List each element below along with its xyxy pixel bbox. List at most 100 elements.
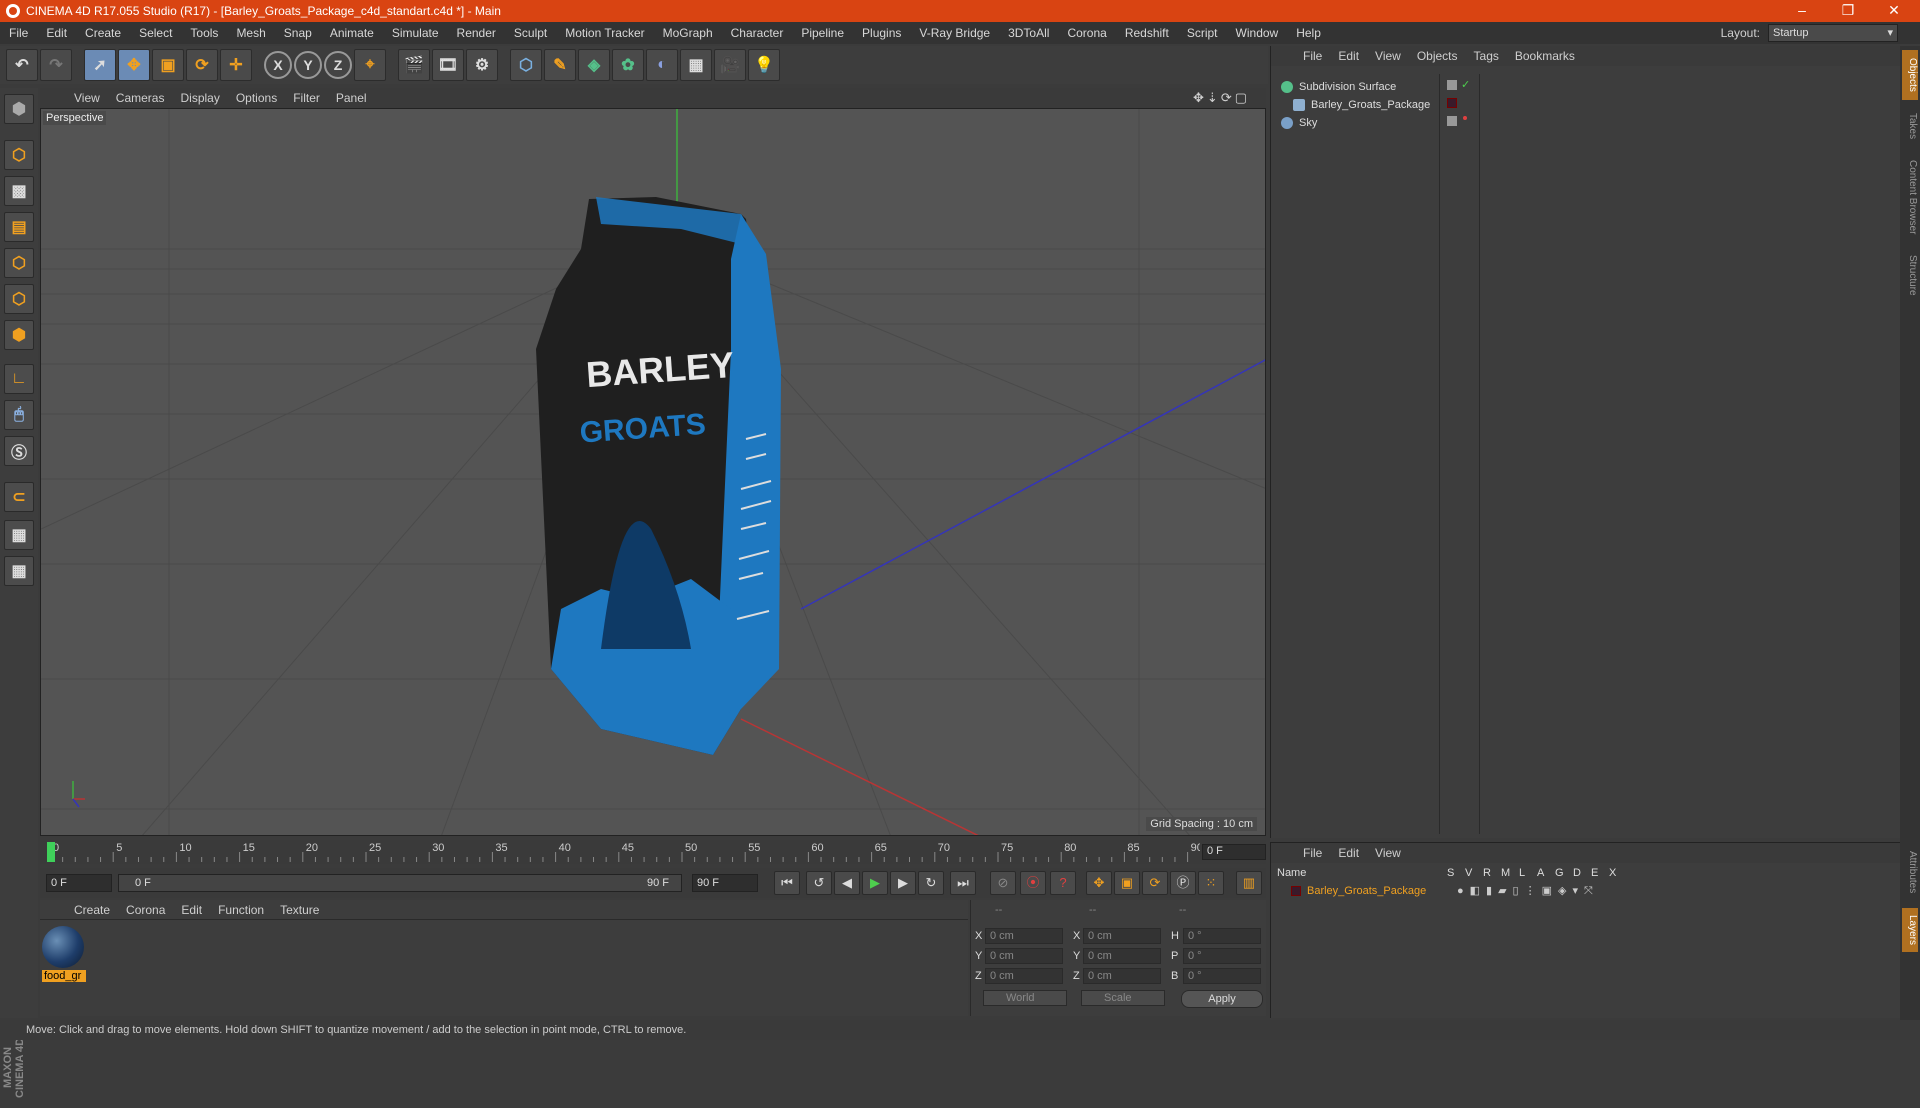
key-position-icon[interactable]: ✥	[1086, 871, 1112, 895]
workplane-mode-icon[interactable]: ▤	[4, 212, 34, 242]
minimize-icon[interactable]: –	[1780, 0, 1824, 22]
make-editable-icon[interactable]: ⬢	[4, 94, 34, 124]
menu-sculpt[interactable]: Sculpt	[505, 26, 556, 40]
menu-redshift[interactable]: Redshift	[1116, 26, 1178, 40]
layer-row[interactable]: Barley_Groats_Package ●◧▮▰▯⋮▣◈▾⤧	[1277, 883, 1877, 899]
go-to-start-icon[interactable]: ⏮	[774, 871, 800, 895]
start-frame-field[interactable]: 0 F	[46, 874, 112, 892]
axis-mode-icon[interactable]: ∟	[4, 364, 34, 394]
pos-y-field[interactable]: 0 cm	[985, 948, 1063, 964]
layers-menu-view[interactable]: View	[1367, 846, 1409, 860]
viewport-menu-view[interactable]: View	[66, 91, 108, 105]
timeline-window-icon[interactable]: ▥	[1236, 871, 1262, 895]
visibility-toggle-icon[interactable]	[1447, 116, 1457, 126]
perspective-viewport[interactable]: BARLEY GROATS Perspective Grid Spacing :…	[40, 108, 1266, 836]
material-menu-corona[interactable]: Corona	[118, 903, 173, 917]
spline-pen-icon[interactable]: ✎	[544, 49, 576, 81]
menu-mesh[interactable]: Mesh	[227, 26, 274, 40]
deformer-icon[interactable]: ◐	[646, 49, 678, 81]
transform-tool-icon[interactable]: ✛	[220, 49, 252, 81]
layer-color-icon[interactable]	[1291, 886, 1301, 896]
snap-icon[interactable]: Ⓢ	[4, 436, 34, 466]
menu-mograph[interactable]: MoGraph	[654, 26, 722, 40]
move-tool-icon[interactable]: ✥	[118, 49, 150, 81]
render-picture-viewer-icon[interactable]: 🎞	[432, 49, 464, 81]
menu-tools[interactable]: Tools	[181, 26, 227, 40]
autokeying-icon[interactable]: ⦿	[1020, 871, 1046, 895]
scale-tool-icon[interactable]: ▣	[152, 49, 184, 81]
layout-dropdown[interactable]: Startup	[1768, 24, 1898, 42]
material-swatch[interactable]: food_gr	[42, 926, 86, 984]
go-to-end-icon[interactable]: ⏭	[950, 871, 976, 895]
y-axis-lock-icon[interactable]: Y	[294, 51, 322, 79]
objects-menu-bookmarks[interactable]: Bookmarks	[1507, 49, 1583, 63]
tab-structure[interactable]: Structure	[1902, 248, 1918, 302]
pos-z-field[interactable]: 0 cm	[985, 968, 1063, 984]
layer-color-icon[interactable]	[1447, 98, 1457, 108]
previous-key-icon[interactable]: ↺	[806, 871, 832, 895]
objects-menu-edit[interactable]: Edit	[1330, 49, 1367, 63]
transform-mode-dropdown[interactable]: Scale	[1081, 990, 1165, 1006]
menu-simulate[interactable]: Simulate	[383, 26, 448, 40]
tweak-mode-icon[interactable]: 🖱	[4, 400, 34, 430]
menu-animate[interactable]: Animate	[321, 26, 383, 40]
magnet-icon[interactable]: ⊂	[4, 482, 34, 512]
viewport-nav-icons[interactable]: ✥⇣⟳▢	[1185, 90, 1258, 106]
render-view-icon[interactable]: 🎬	[398, 49, 430, 81]
viewport-menu-filter[interactable]: Filter	[285, 91, 328, 105]
menu-plugins[interactable]: Plugins	[853, 26, 910, 40]
tab-attributes[interactable]: Attributes	[1902, 842, 1918, 902]
layer-toggle-icons[interactable]: ●◧▮▰▯⋮▣◈▾⤧	[1457, 884, 1599, 898]
rot-h-field[interactable]: 0 °	[1183, 928, 1261, 944]
menu-corona[interactable]: Corona	[1058, 26, 1115, 40]
barley-groats-package-model[interactable]: BARLEY GROATS	[536, 197, 781, 755]
z-axis-lock-icon[interactable]: Z	[324, 51, 352, 79]
camera-icon[interactable]: 🎥	[714, 49, 746, 81]
objects-menu-view[interactable]: View	[1367, 49, 1409, 63]
frame-range-slider[interactable]: 0 F 90 F	[118, 874, 682, 892]
tab-objects[interactable]: Objects	[1902, 50, 1918, 100]
visibility-toggle-icon[interactable]	[1447, 80, 1457, 90]
points-mode-icon[interactable]: ⬡	[4, 248, 34, 278]
enabled-check-icon[interactable]: ✓	[1461, 78, 1470, 91]
edges-mode-icon[interactable]: ⬡	[4, 284, 34, 314]
rotate-tool-icon[interactable]: ⟳	[186, 49, 218, 81]
key-rotation-icon[interactable]: ⟳	[1142, 871, 1168, 895]
coordinate-mode-dropdown[interactable]: World	[983, 990, 1067, 1006]
previous-frame-icon[interactable]: ◀	[834, 871, 860, 895]
material-menu-function[interactable]: Function	[210, 903, 272, 917]
next-key-icon[interactable]: ↻	[918, 871, 944, 895]
layers-menu-file[interactable]: File	[1295, 846, 1330, 860]
menu-render[interactable]: Render	[448, 26, 505, 40]
layers-menu-edit[interactable]: Edit	[1330, 846, 1367, 860]
key-pla-icon[interactable]: ⁙	[1198, 871, 1224, 895]
polygons-mode-icon[interactable]: ⬢	[4, 320, 34, 350]
keyframe-selection-icon[interactable]: ?	[1050, 871, 1076, 895]
menu-edit[interactable]: Edit	[37, 26, 76, 40]
coordinate-system-icon[interactable]: ⌖	[354, 49, 386, 81]
x-axis-lock-icon[interactable]: X	[264, 51, 292, 79]
menu-character[interactable]: Character	[722, 26, 793, 40]
objects-menu-tags[interactable]: Tags	[1466, 49, 1507, 63]
object-row-barley-groats-package[interactable]: Barley_Groats_Package	[1293, 96, 1463, 114]
menu-window[interactable]: Window	[1227, 26, 1288, 40]
workplane-lock-icon[interactable]: ▦	[4, 520, 34, 550]
subdivision-icon[interactable]: ◈	[578, 49, 610, 81]
play-icon[interactable]: ▶	[862, 871, 888, 895]
size-x-field[interactable]: 0 cm	[1083, 928, 1161, 944]
end-frame-field[interactable]: 90 F	[692, 874, 758, 892]
cube-primitive-icon[interactable]: ⬡	[510, 49, 542, 81]
material-menu-texture[interactable]: Texture	[272, 903, 327, 917]
menu-help[interactable]: Help	[1287, 26, 1330, 40]
menu-script[interactable]: Script	[1178, 26, 1227, 40]
menu-pipeline[interactable]: Pipeline	[792, 26, 853, 40]
menu-file[interactable]: File	[0, 26, 37, 40]
next-frame-icon[interactable]: ▶	[890, 871, 916, 895]
objects-menu-objects[interactable]: Objects	[1409, 49, 1466, 63]
viewport-menu-display[interactable]: Display	[172, 91, 227, 105]
timeline-ruler[interactable]: 0 5 10 15 20 25 30 35 40 45 50 55 60 65 70 75 80 85 90 0 F	[40, 840, 1266, 864]
viewport-menu-options[interactable]: Options	[228, 91, 285, 105]
live-selection-icon[interactable]: ➚	[84, 49, 116, 81]
undo-icon[interactable]: ↶	[6, 49, 38, 81]
objects-menu-file[interactable]: File	[1295, 49, 1330, 63]
